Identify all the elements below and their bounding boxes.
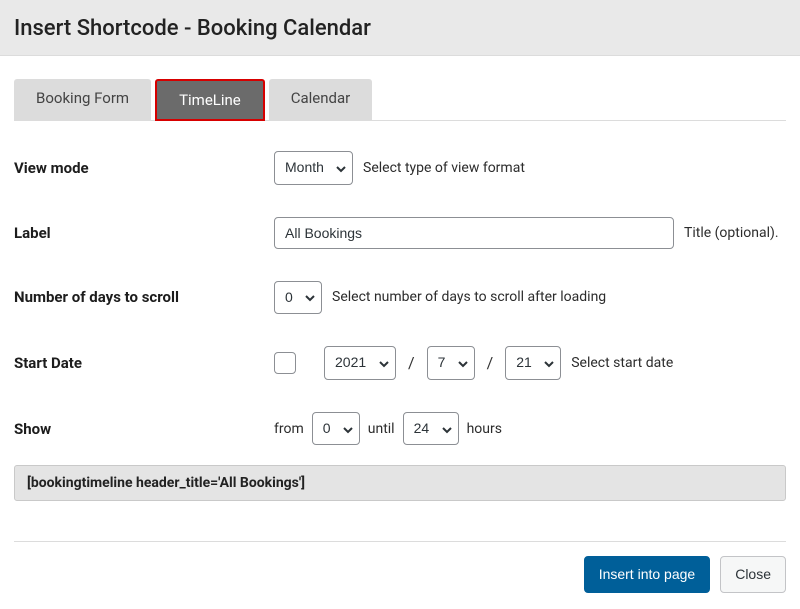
tab-label: Calendar — [291, 89, 351, 107]
row-scroll-days: Number of days to scroll 0 Select number… — [14, 265, 786, 331]
start-date-label: Start Date — [14, 354, 274, 372]
label-hint: Title (optional). — [684, 225, 779, 241]
dialog-title: Insert Shortcode - Booking Calendar — [14, 16, 786, 41]
close-button[interactable]: Close — [720, 556, 786, 592]
start-day-select-wrap: 21 — [505, 346, 561, 380]
show-from-text: from — [274, 421, 304, 437]
show-until-select-wrap: 24 — [403, 412, 459, 446]
form-area: View mode Month Select type of view form… — [14, 121, 786, 519]
tab-timeline[interactable]: TimeLine — [155, 79, 265, 121]
start-month-select[interactable]: 7 — [427, 346, 475, 380]
show-hours-text: hours — [467, 421, 502, 437]
dialog-header: Insert Shortcode - Booking Calendar — [0, 0, 800, 56]
label-input[interactable] — [274, 217, 674, 249]
tab-booking-form[interactable]: Booking Form — [14, 79, 151, 121]
scroll-days-label: Number of days to scroll — [14, 288, 274, 306]
shortcode-output: [bookingtimeline header_title='All Booki… — [14, 465, 786, 501]
show-until-select[interactable]: 24 — [403, 412, 459, 446]
row-label: Label Title (optional). — [14, 201, 786, 265]
row-view-mode: View mode Month Select type of view form… — [14, 135, 786, 201]
view-mode-hint: Select type of view format — [363, 160, 525, 176]
start-date-hint: Select start date — [571, 355, 673, 371]
tab-label: Booking Form — [36, 89, 129, 107]
scroll-days-hint: Select number of days to scroll after lo… — [332, 289, 606, 305]
start-date-checkbox[interactable] — [274, 352, 296, 374]
start-month-select-wrap: 7 — [427, 346, 475, 380]
dialog-footer: Insert into page Close — [14, 541, 786, 608]
show-label: Show — [14, 420, 274, 438]
row-start-date: Start Date 2021 / 7 / — [14, 330, 786, 396]
view-mode-select[interactable]: Month — [274, 151, 353, 185]
view-mode-label: View mode — [14, 159, 274, 177]
start-year-select-wrap: 2021 — [324, 346, 396, 380]
dialog-content: Booking Form TimeLine Calendar View mode… — [0, 78, 800, 609]
scroll-days-select-wrap: 0 — [274, 281, 322, 315]
view-mode-select-wrap: Month — [274, 151, 353, 185]
scroll-days-select[interactable]: 0 — [274, 281, 322, 315]
start-year-select[interactable]: 2021 — [324, 346, 396, 380]
row-show: Show from 0 until 24 hours — [14, 396, 786, 462]
tabs: Booking Form TimeLine Calendar — [14, 78, 786, 121]
show-until-text: until — [368, 421, 395, 437]
label-field-label: Label — [14, 224, 274, 242]
tab-calendar[interactable]: Calendar — [269, 79, 373, 121]
tab-label: TimeLine — [179, 91, 241, 109]
date-separator: / — [406, 353, 417, 372]
date-separator: / — [485, 353, 496, 372]
insert-button[interactable]: Insert into page — [584, 556, 711, 592]
start-day-select[interactable]: 21 — [505, 346, 561, 380]
show-from-select-wrap: 0 — [312, 412, 360, 446]
show-from-select[interactable]: 0 — [312, 412, 360, 446]
